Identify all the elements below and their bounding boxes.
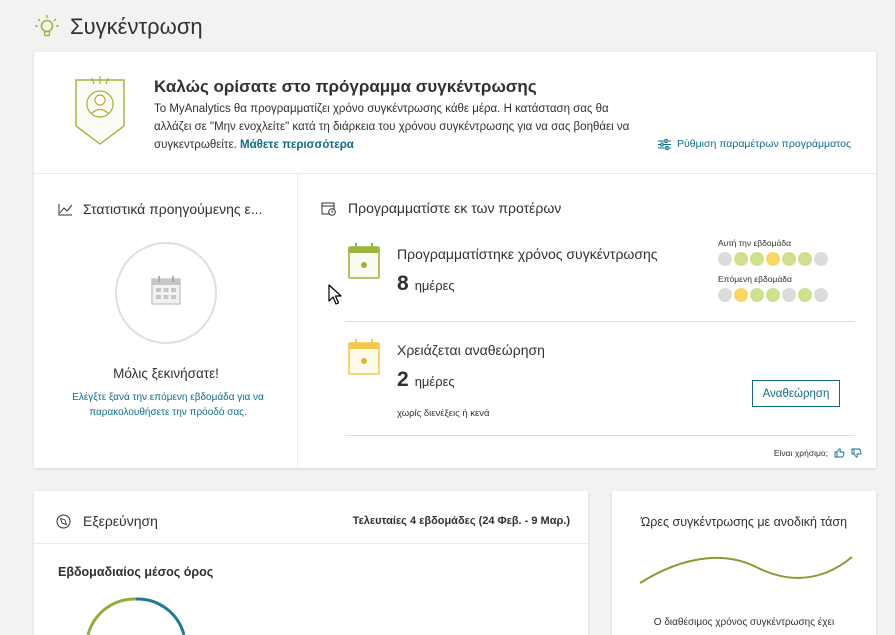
next-week-dots: [718, 288, 828, 302]
stats-header: Στατιστικά προηγούμενης ε...: [58, 201, 262, 217]
scheduled-days-unit: ημέρες: [414, 278, 455, 293]
scheduled-days-number: 8: [397, 272, 409, 295]
day-dot-gray: [814, 288, 828, 302]
scheduled-title: Προγραμματίστηκε χρόνος συγκέντρωσης: [397, 246, 658, 262]
configure-program-label: Ρύθμιση παραμέτρων προγράμματος: [677, 138, 852, 150]
next-week-label: Επόμενη εβδομάδα: [718, 274, 792, 284]
explore-date-range: Τελευταίες 4 εβδομάδες (24 Φεβ. - 9 Μαρ.…: [352, 515, 570, 527]
day-dot-green: [782, 252, 796, 266]
plan-heading: Προγραμματίστε εκ των προτέρων: [348, 200, 562, 216]
thumbs-down-icon[interactable]: [851, 448, 862, 458]
day-dot-green: [798, 288, 812, 302]
scheduled-focus-row: Προγραμματίστηκε χρόνος συγκέντρωσης 8 η…: [345, 238, 855, 322]
focus-plan-card: Καλώς ορίσατε στο πρόγραμμα συγκέντρωσης…: [34, 52, 876, 468]
line-chart-icon: [58, 203, 73, 215]
day-dot-yellow: [734, 288, 748, 302]
day-dot-gray: [718, 288, 732, 302]
focus-badge-icon: [75, 76, 125, 145]
welcome-section: Καλώς ορίσατε στο πρόγραμμα συγκέντρωσης…: [34, 52, 876, 174]
settings-sliders-icon: [658, 138, 671, 150]
review-note: χωρίς διενέξεις ή κενά: [397, 408, 490, 419]
calendar-clock-icon: [321, 202, 336, 216]
explore-header: Εξερεύνηση: [56, 513, 158, 529]
page-header: Συγκέντρωση: [0, 0, 895, 52]
plan-ahead-section: Προγραμματίστε εκ των προτέρων Προγραμμα…: [299, 174, 876, 468]
review-days-number: 2: [397, 368, 409, 391]
mouse-cursor-icon: [328, 284, 342, 305]
empty-state-text: Ελέγξτε ξανά την επόμενη εβδομάδα για να…: [72, 392, 264, 418]
learn-more-link[interactable]: Μάθετε περισσότερα: [240, 139, 354, 151]
welcome-description: Το MyAnalytics θα προγραμματίζει χρόνο σ…: [154, 103, 630, 151]
configure-program-link[interactable]: Ρύθμιση παραμέτρων προγράμματος: [658, 138, 851, 150]
trend-curve: [639, 556, 853, 584]
review-button[interactable]: Αναθεώρηση: [752, 380, 840, 407]
trend-card: Ώρες συγκέντρωσης με ανοδική τάση Ο διαθ…: [612, 491, 876, 635]
review-title: Χρειάζεται αναθεώρηση: [397, 342, 545, 358]
weekly-average-ring: [86, 597, 186, 635]
day-dot-gray: [718, 252, 732, 266]
scheduled-count: 8 ημέρες: [397, 272, 455, 296]
compass-icon: [56, 514, 71, 528]
day-dot-green: [798, 252, 812, 266]
this-week-dots: [718, 252, 828, 266]
plan-header: Προγραμματίστε εκ των προτέρων: [321, 200, 561, 216]
feedback-area: Είναι χρήσιμο;: [774, 448, 862, 458]
empty-state-title: Μόλις ξεκινήσατε!: [113, 366, 219, 381]
welcome-title: Καλώς ορίσατε στο πρόγραμμα συγκέντρωσης: [154, 77, 537, 96]
day-dot-yellow: [766, 252, 780, 266]
review-count: 2 ημέρες: [397, 368, 455, 392]
last-week-stats-section: Στατιστικά προηγούμενης ε... Μόλις ξεκιν…: [34, 174, 298, 468]
day-dot-gray: [782, 288, 796, 302]
thumbs-up-icon[interactable]: [834, 448, 845, 458]
week-dots: Αυτή την εβδομάδα Επόμενη εβδομάδα: [718, 238, 828, 310]
day-dot-green: [750, 252, 764, 266]
trend-title: Ώρες συγκέντρωσης με ανοδική τάση: [640, 515, 848, 529]
feedback-label: Είναι χρήσιμο;: [773, 448, 828, 458]
day-dot-gray: [814, 252, 828, 266]
day-dot-green: [734, 252, 748, 266]
review-days-unit: ημέρες: [414, 374, 455, 389]
explore-heading: Εξερεύνηση: [83, 513, 158, 529]
this-week-label: Αυτή την εβδομάδα: [718, 238, 792, 248]
stats-heading: Στατιστικά προηγούμενης ε...: [83, 201, 263, 217]
welcome-text: Το MyAnalytics θα προγραμματίζει χρόνο σ…: [154, 100, 634, 154]
explore-divider: [34, 543, 588, 544]
day-dot-green: [750, 288, 764, 302]
explore-card: Εξερεύνηση Τελευταίες 4 εβδομάδες (24 Φε…: [34, 491, 588, 635]
needs-review-row: Χρειάζεται αναθεώρηση 2 ημέρες χωρίς διε…: [345, 336, 855, 436]
calendar-yellow-icon: [348, 339, 380, 375]
day-dot-green: [766, 288, 780, 302]
calendar-green-icon: [348, 243, 380, 279]
weekly-average-heading: Εβδομαδιαίος μέσος όρος: [58, 565, 214, 579]
page-title: Συγκέντρωση: [70, 14, 203, 39]
lightbulb-icon: [35, 15, 59, 37]
calendar-grid-icon: [151, 276, 181, 305]
trend-note: Ο διαθέσιμος χρόνος συγκέντρωσης έχει: [653, 617, 835, 628]
